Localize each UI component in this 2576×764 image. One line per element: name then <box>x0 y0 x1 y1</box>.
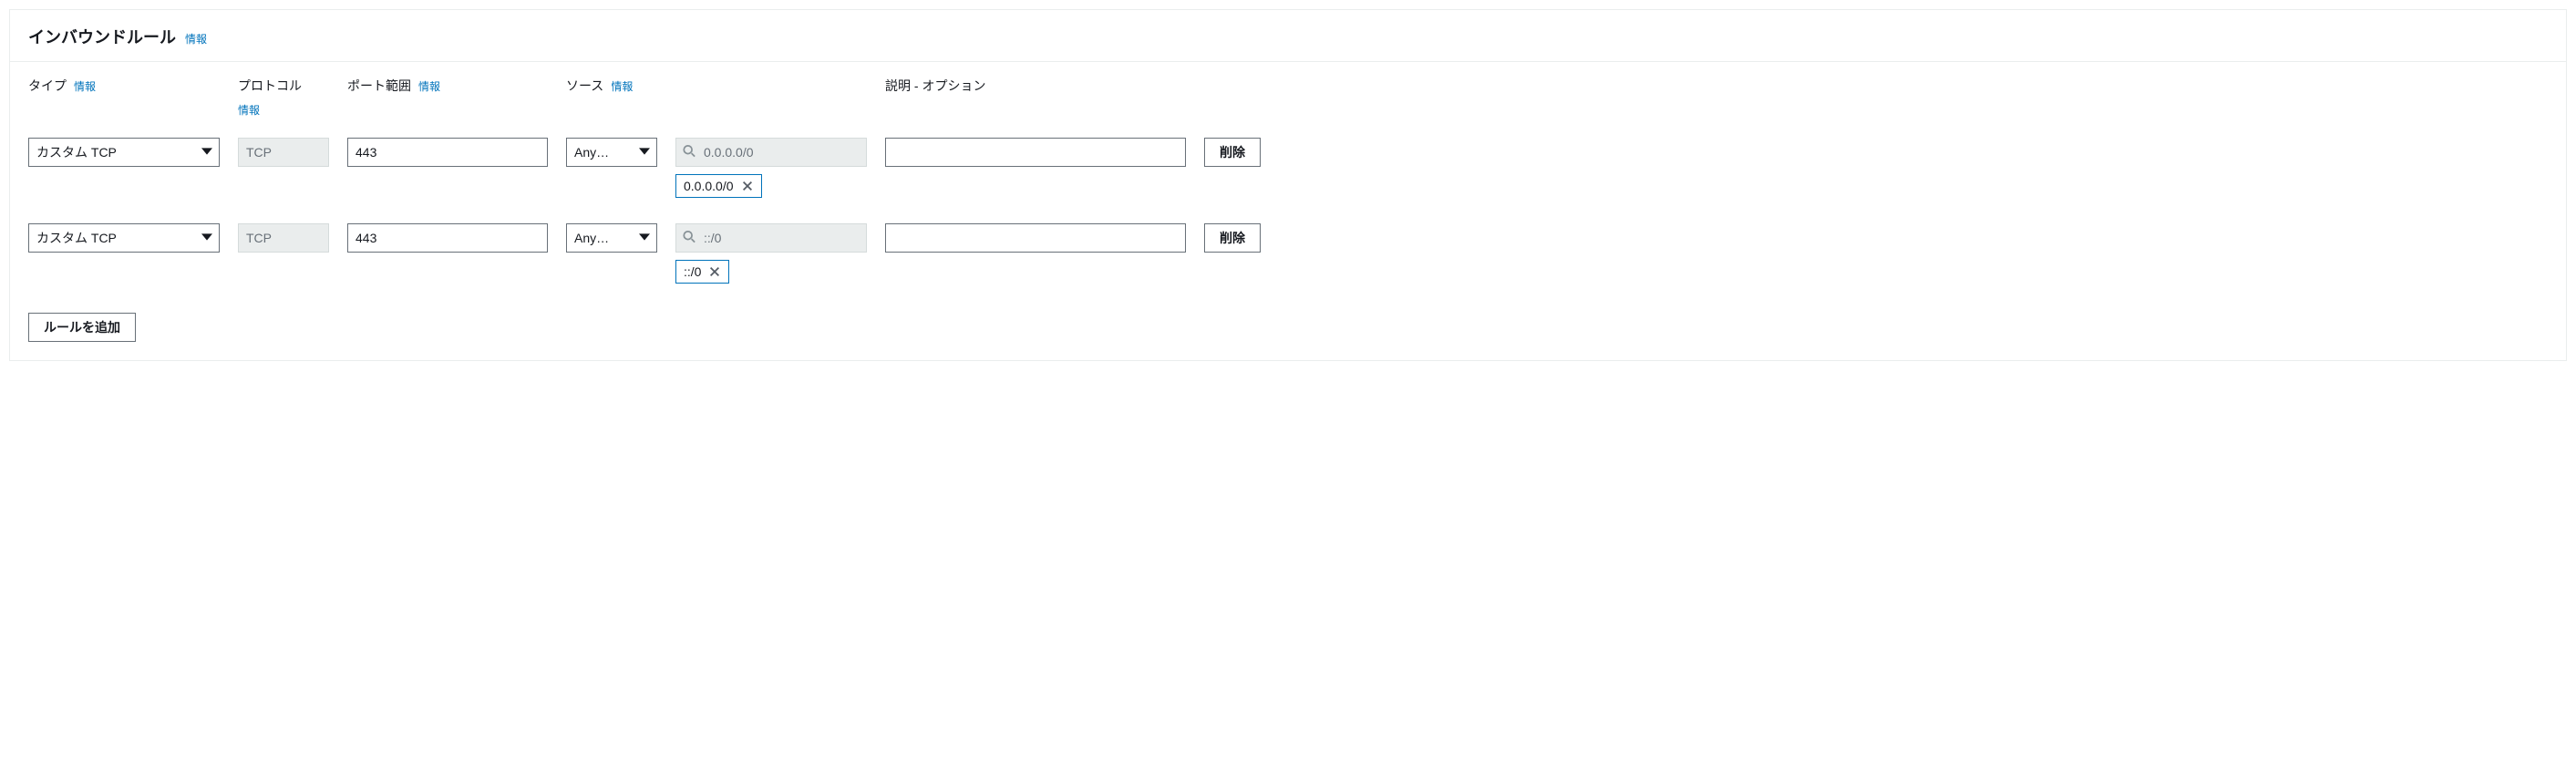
column-headers: タイプ 情報 プロトコル 情報 ポート範囲 情報 ソース 情報 説明 - オプシ… <box>28 77 2548 118</box>
col-type-info[interactable]: 情報 <box>74 78 96 94</box>
type-select-value: カスタム TCP <box>28 138 220 167</box>
type-select[interactable]: カスタム TCP <box>28 138 220 167</box>
col-source-label: ソース <box>566 77 603 95</box>
panel-content: タイプ 情報 プロトコル 情報 ポート範囲 情報 ソース 情報 説明 - オプシ… <box>10 62 2566 360</box>
rule-row: カスタム TCP TCP Any… <box>28 138 2548 198</box>
col-protocol-info[interactable]: 情報 <box>238 102 260 118</box>
inbound-rules-panel: インバウンドルール 情報 タイプ 情報 プロトコル 情報 ポート範囲 情報 ソー… <box>9 9 2567 361</box>
source-select[interactable]: Any… <box>566 223 657 253</box>
source-tag-label: 0.0.0.0/0 <box>684 179 734 193</box>
protocol-field: TCP <box>238 223 329 253</box>
col-description-label: 説明 - オプション <box>885 77 985 95</box>
source-tag-label: ::/0 <box>684 264 701 279</box>
delete-rule-button[interactable]: 削除 <box>1204 223 1261 253</box>
source-tag-remove[interactable] <box>741 180 754 192</box>
panel-title: インバウンドルール <box>28 25 176 48</box>
source-tag: 0.0.0.0/0 <box>675 174 762 198</box>
col-port-info[interactable]: 情報 <box>418 78 440 94</box>
source-tag-remove[interactable] <box>708 265 721 278</box>
type-select-value: カスタム TCP <box>28 223 220 253</box>
panel-header: インバウンドルール 情報 <box>10 10 2566 62</box>
col-type-label: タイプ <box>28 77 67 95</box>
col-protocol-label: プロトコル <box>238 77 302 95</box>
source-search: ::/0 <box>675 223 867 253</box>
source-search: 0.0.0.0/0 <box>675 138 867 167</box>
col-source-info[interactable]: 情報 <box>611 78 633 94</box>
rule-row: カスタム TCP TCP Any… <box>28 223 2548 284</box>
description-input[interactable] <box>885 223 1186 253</box>
source-tag: ::/0 <box>675 260 729 284</box>
delete-rule-button[interactable]: 削除 <box>1204 138 1261 167</box>
source-select-value: Any… <box>566 138 657 167</box>
type-select[interactable]: カスタム TCP <box>28 223 220 253</box>
add-rule-button[interactable]: ルールを追加 <box>28 313 136 342</box>
col-port-label: ポート範囲 <box>347 77 411 95</box>
source-select[interactable]: Any… <box>566 138 657 167</box>
source-select-value: Any… <box>566 223 657 253</box>
protocol-field: TCP <box>238 138 329 167</box>
port-input[interactable] <box>347 223 548 253</box>
port-input[interactable] <box>347 138 548 167</box>
header-info-link[interactable]: 情報 <box>185 31 207 46</box>
description-input[interactable] <box>885 138 1186 167</box>
